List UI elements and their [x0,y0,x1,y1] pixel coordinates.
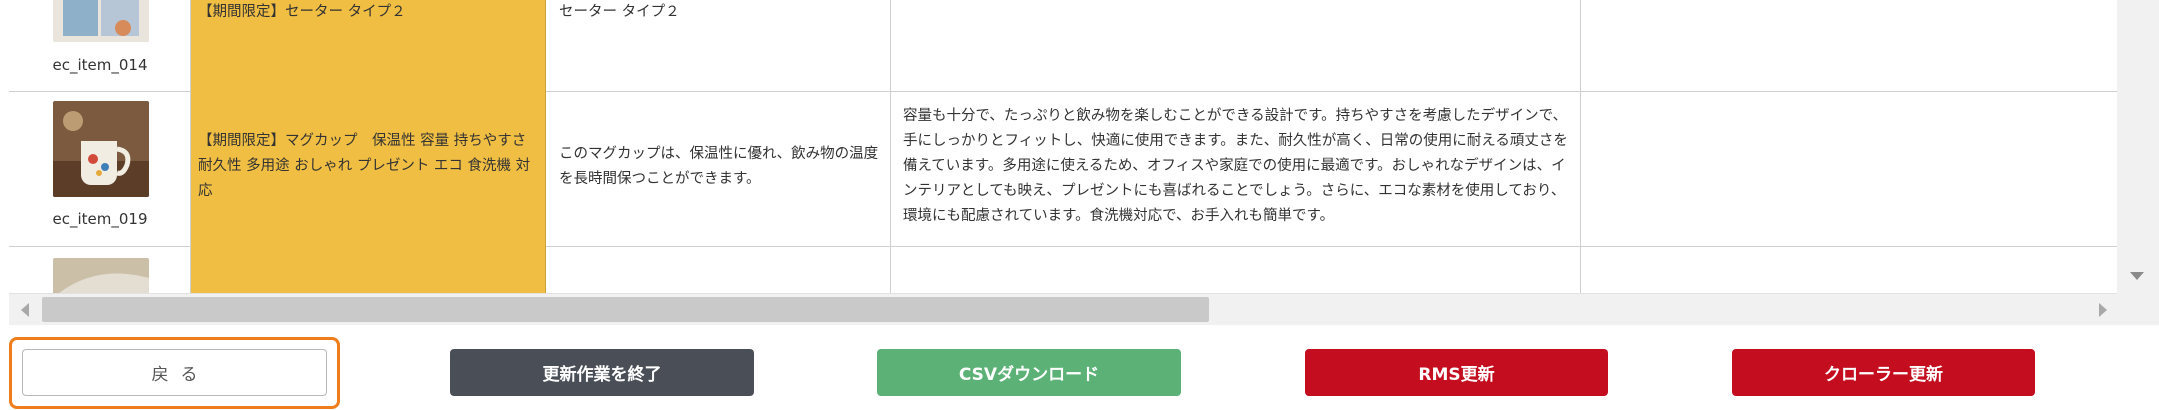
rms-update-button[interactable]: RMS更新 [1305,349,1608,396]
long-description-cell[interactable] [891,246,1581,293]
item-id: ec_item_019 [52,210,148,228]
title-cell[interactable]: 【期間限定】セーター タイプ２ [191,0,546,91]
table-row: ec_item_019 【期間限定】マグカップ 保温性 容量 持ちやすさ 耐久性… [9,91,2117,247]
product-thumbnail [53,258,149,293]
short-description-text: このマグカップは、保温性に優れ、飲み物の温度を長時間保つことができます。 [559,146,879,187]
table-row: ec_item_014 【期間限定】セーター タイプ２ セーター タイプ２ [9,0,2117,92]
horizontal-scroll-thumb[interactable] [42,297,1209,322]
long-description-cell[interactable]: 容量も十分で、たっぷりと飲み物を楽しむことができる設計です。持ちやすさを考慮した… [891,91,1581,246]
vertical-scrollbar[interactable] [2117,0,2159,325]
scroll-right-arrow-icon[interactable] [2099,303,2107,317]
title-text: 【期間限定】セーター タイプ２ [198,4,406,20]
empty-cell [1581,91,2117,246]
title-text: 【期間限定】マグカップ 保温性 容量 持ちやすさ 耐久性 多用途 おしゃれ プレ… [198,133,531,199]
horizontal-scrollbar[interactable] [9,293,2117,326]
short-description-cell[interactable] [546,246,891,293]
item-id: ec_item_014 [52,56,148,74]
empty-cell [1581,246,2117,293]
csv-download-button[interactable]: CSVダウンロード [877,349,1181,396]
image-cell [9,246,191,293]
product-thumbnail-sweater [53,0,149,42]
short-description-text: セーター タイプ２ [559,4,680,20]
long-description-text: 容量も十分で、たっぷりと飲み物を楽しむことができる設計です。持ちやすさを考慮した… [903,108,1568,224]
action-footer: 戻る 更新作業を終了 CSVダウンロード RMS更新 クローラー更新 [0,325,2159,410]
scroll-down-arrow-icon[interactable] [2130,272,2144,280]
image-cell: ec_item_014 [9,0,191,91]
short-description-cell[interactable]: このマグカップは、保温性に優れ、飲み物の温度を長時間保つことができます。 [546,91,891,246]
scroll-left-arrow-icon[interactable] [21,303,29,317]
back-button[interactable]: 戻る [22,349,327,396]
image-cell: ec_item_019 [9,91,191,246]
finish-update-button[interactable]: 更新作業を終了 [450,349,754,396]
short-description-cell[interactable]: セーター タイプ２ [546,0,891,91]
crawler-update-button[interactable]: クローラー更新 [1732,349,2035,396]
table-row [9,246,2117,293]
product-table: ec_item_014 【期間限定】セーター タイプ２ セーター タイプ２ ec… [9,0,2117,293]
title-cell[interactable] [191,246,546,293]
empty-cell [1581,0,2117,91]
title-cell[interactable]: 【期間限定】マグカップ 保温性 容量 持ちやすさ 耐久性 多用途 おしゃれ プレ… [191,91,546,246]
long-description-cell[interactable] [891,0,1581,91]
product-thumbnail-mug [53,101,149,197]
